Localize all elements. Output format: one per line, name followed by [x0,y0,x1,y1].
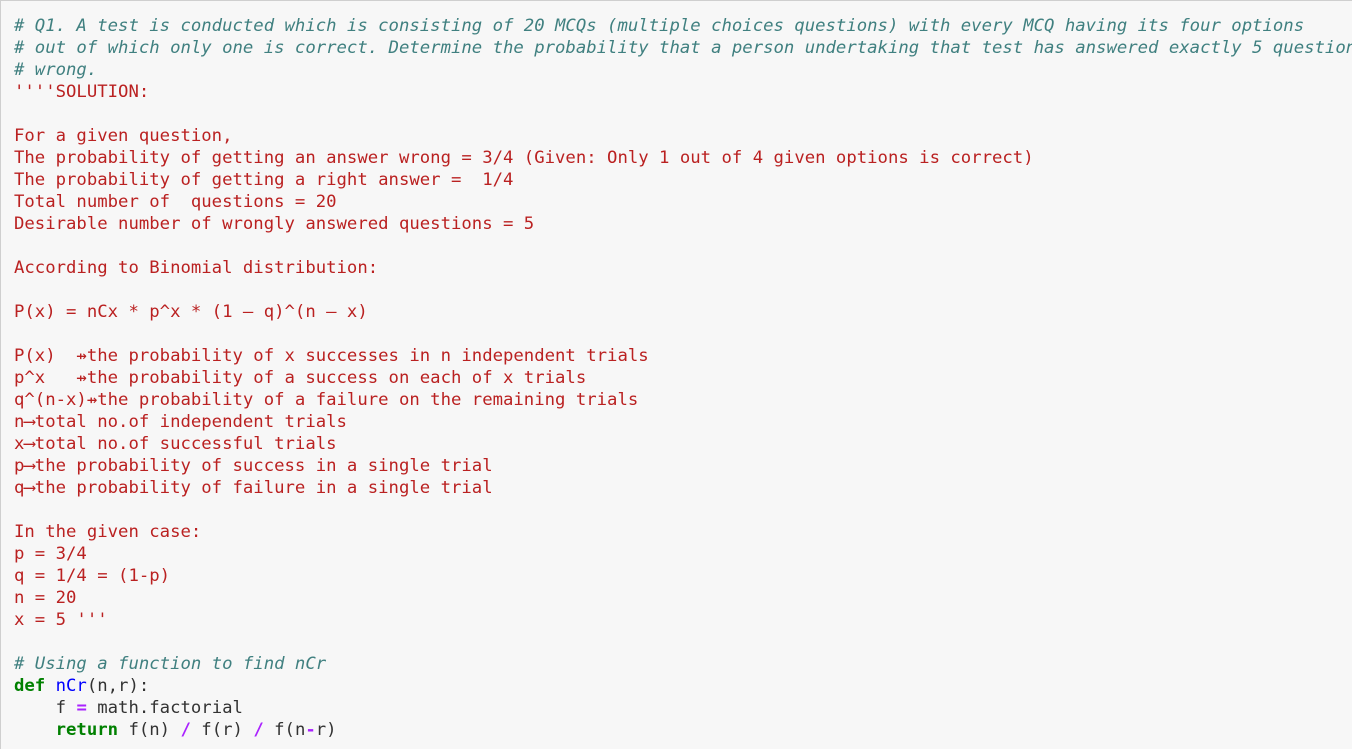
return-part-2: f(r) [190,720,254,740]
code-cell[interactable]: # Q1. A test is conducted which is consi… [0,0,1352,749]
docstring-line-blank [14,235,1352,257]
function-name: nCr [55,676,87,696]
minus-operator: - [305,720,316,740]
docstring-line-q-value: q = 1/4 = (1-p) [14,566,171,586]
assign-line: f = math.factorial [14,697,1352,719]
docstring-line-def-q: q⟶the probability of failure in a single… [14,478,493,498]
docstring-line-def-q-power: q^(n-x)⇸the probability of a failure on … [14,390,639,410]
docstring-line-n-value: n = 20 [14,588,77,608]
return-line: return f(n) / f(r) / f(n-r) [14,719,1352,741]
function-args: (n,r): [86,676,150,696]
question-comment-line-3: # wrong. [14,60,98,80]
docstring-line-blank [14,103,1352,125]
docstring-line-prob-right: The probability of getting a right answe… [14,170,514,190]
docstring-line-def-px-power: p^x ⇸the probability of a success on eac… [14,368,587,388]
function-comment-line: # Using a function to find nCr [14,654,327,674]
docstring-line-given-question: For a given question, [14,126,233,146]
return-part-4: r) [315,720,337,740]
def-space [45,676,55,696]
return-part-1: f(n) [118,720,181,740]
docstring-line-def-p: p⟶the probability of success in a single… [14,456,493,476]
docstring-line-desirable-number: Desirable number of wrongly answered que… [14,214,535,234]
docstring-line-given-case: In the given case: [14,522,202,542]
question-comment-line-1: # Q1. A test is conducted which is consi… [14,16,1305,36]
return-keyword: return [55,720,119,740]
docstring-line-p-value: p = 3/4 [14,544,87,564]
docstring-line-solution: ''''SOLUTION: [14,82,150,102]
docstring-line-blank [14,279,1352,301]
docstring-line-x-value: x = 5 ''' [14,610,108,630]
assign-target: f [55,698,67,718]
divide-operator-2: / [253,720,264,740]
assign-value: math.factorial [97,698,243,718]
docstring-line-def-x: x⟶total no.of successful trials [14,434,337,454]
docstring-line-prob-wrong: The probability of getting an answer wro… [14,148,1034,168]
docstring-line-blank [14,323,1352,345]
docstring-line-blank [14,499,1352,521]
def-line: def nCr(n,r): [14,675,1352,697]
docstring-line-def-n: n⟶total no.of independent trials [14,412,347,432]
def-keyword: def [14,676,46,696]
docstring-line-formula: P(x) = nCx * p^x * (1 – q)^(n – x) [14,302,368,322]
return-part-3: f(n [263,720,306,740]
docstring-line-total-questions: Total number of questions = 20 [14,192,337,212]
divide-operator-1: / [180,720,191,740]
docstring-line-binomial-heading: According to Binomial distribution: [14,258,379,278]
docstring-line-def-px: P(x) ⇸the probability of x successes in … [14,346,649,366]
question-comment-line-2: # out of which only one is correct. Dete… [14,38,1352,58]
code-editor[interactable]: # Q1. A test is conducted which is consi… [14,15,1352,741]
assign-operator: = [76,698,87,718]
